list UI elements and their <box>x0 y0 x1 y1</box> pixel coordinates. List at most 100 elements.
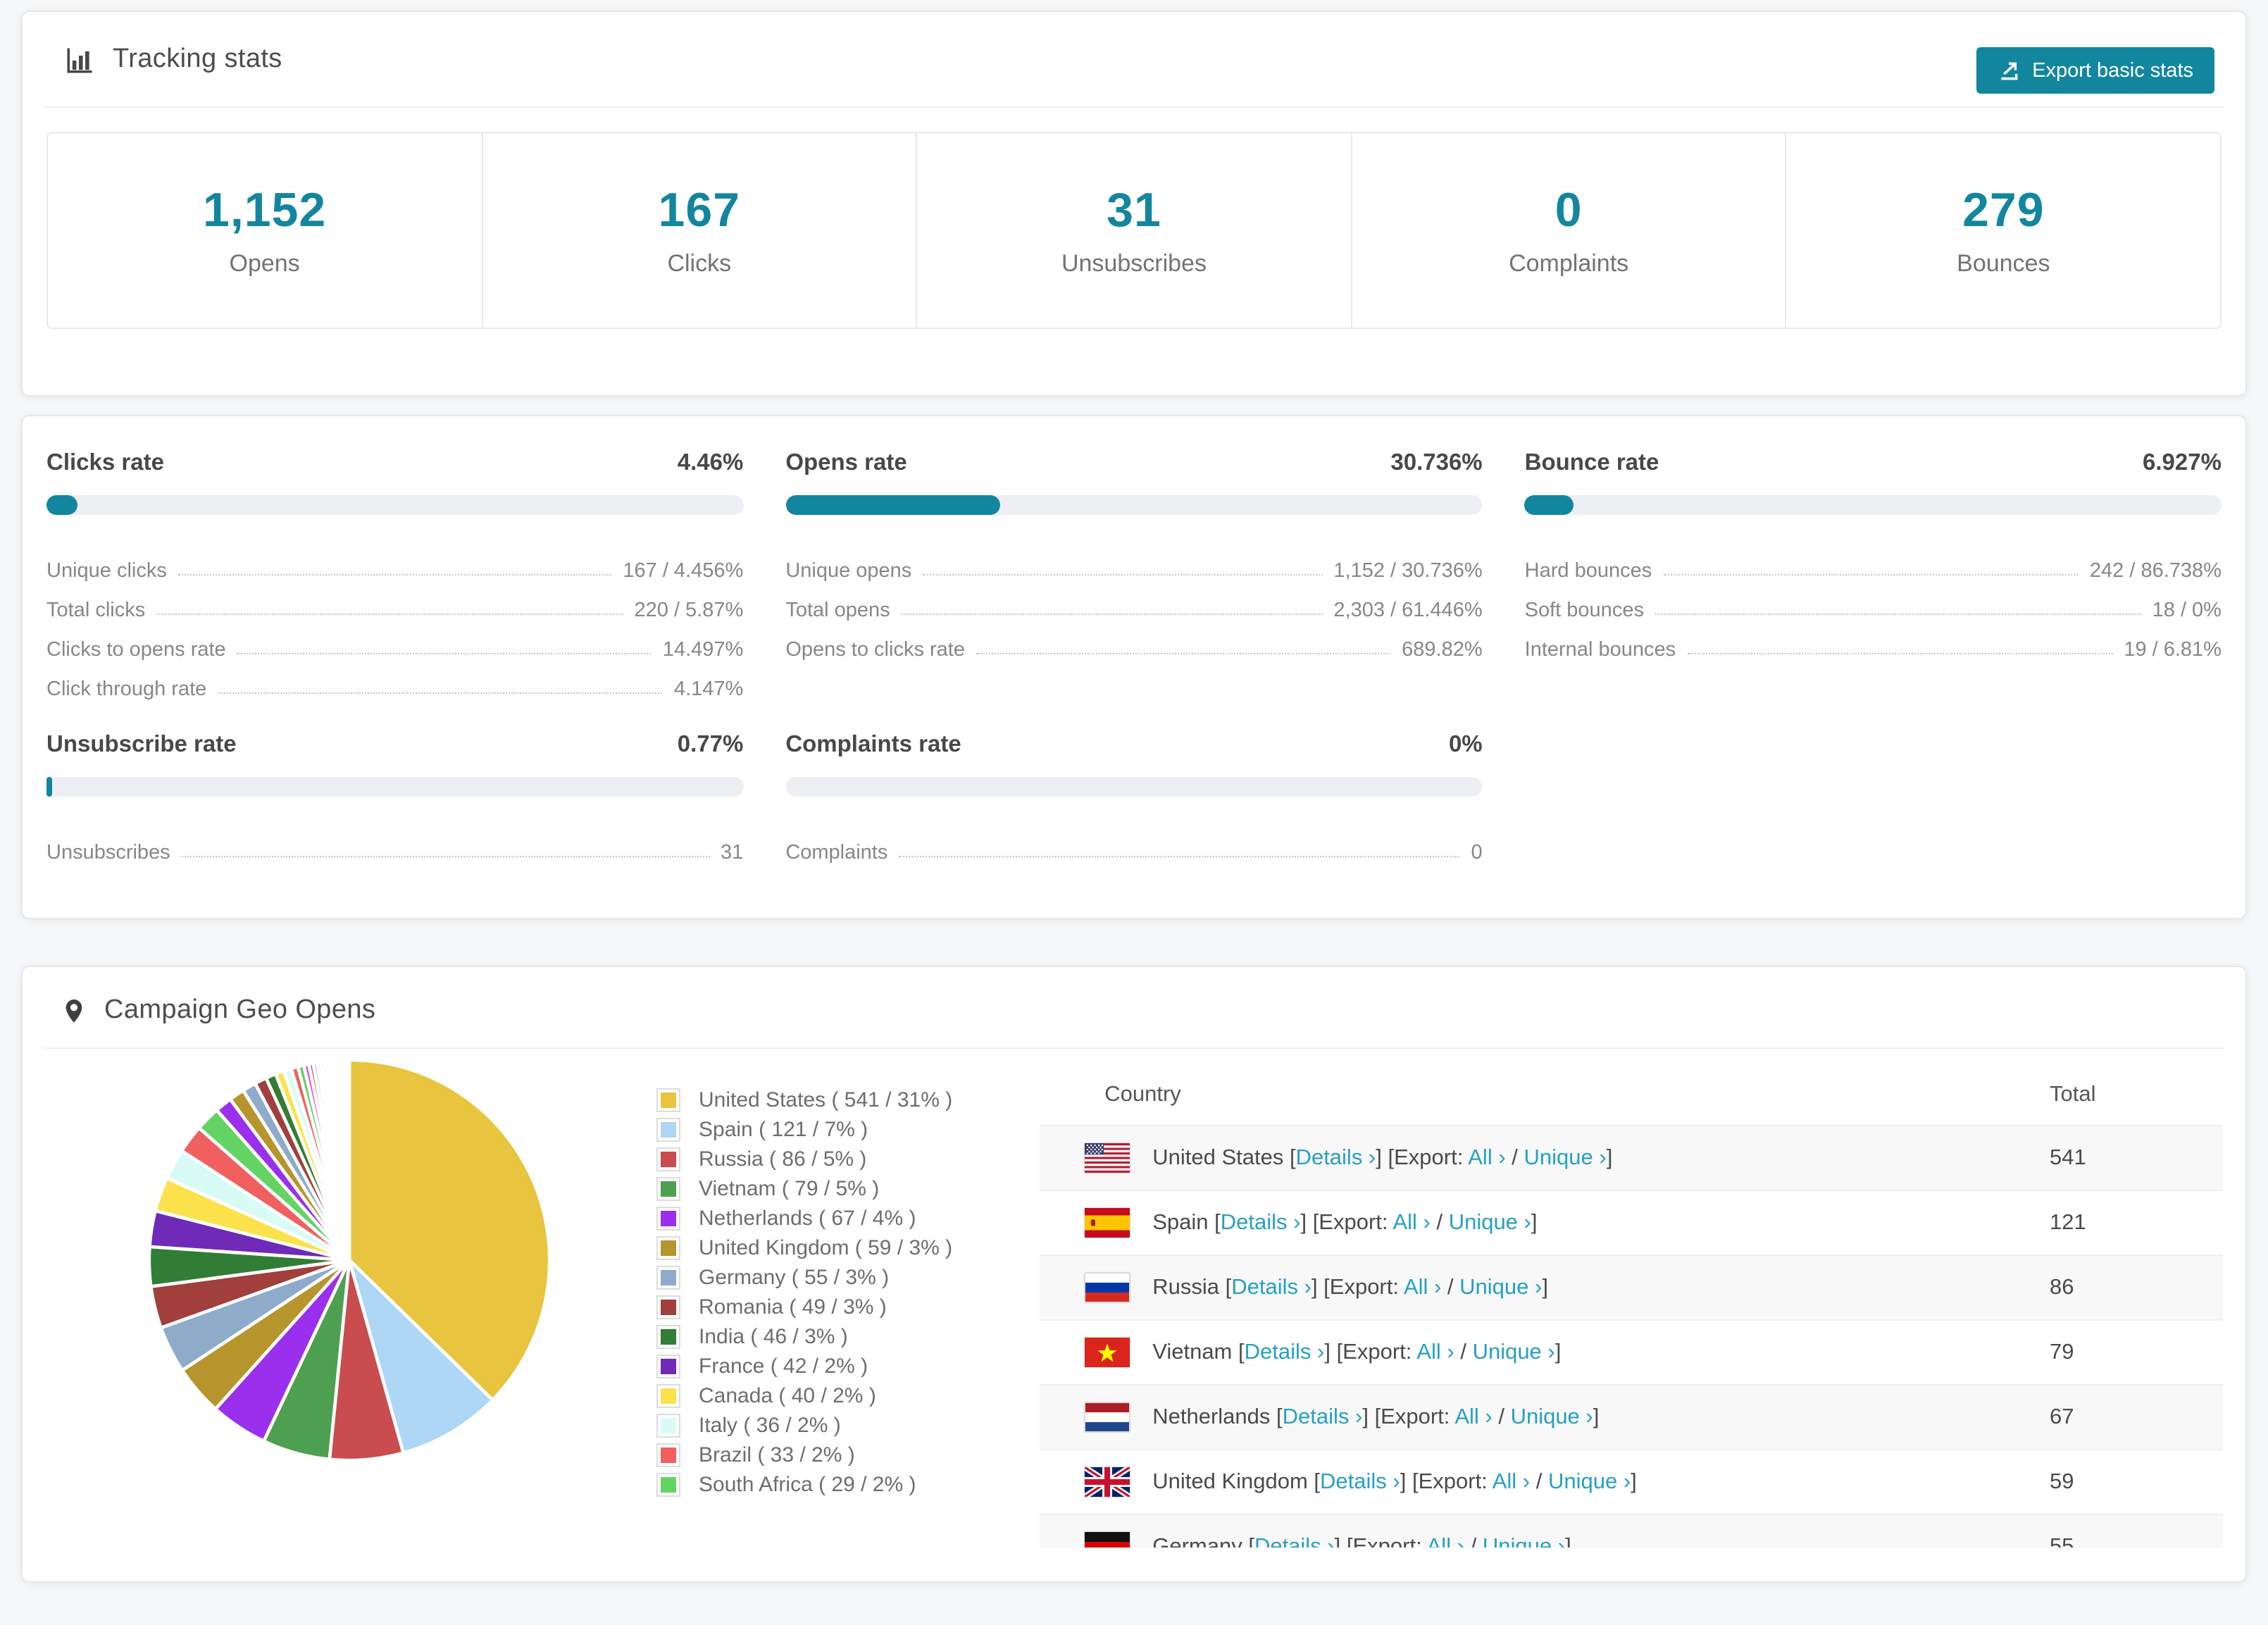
country-total: 541 <box>2050 1126 2223 1190</box>
legend-item[interactable]: Netherlands ( 67 / 4% ) <box>656 1204 952 1233</box>
rate-title: Clicks rate <box>46 450 164 477</box>
dotted-leader <box>1655 614 2141 615</box>
legend-swatch <box>656 1088 680 1112</box>
rate-header: Opens rate30.736% <box>785 450 1482 477</box>
legend-item[interactable]: Spain ( 121 / 7% ) <box>656 1115 952 1145</box>
progress-track <box>785 495 1482 515</box>
dotted-leader <box>178 574 612 575</box>
legend-item[interactable]: India ( 46 / 3% ) <box>656 1322 952 1352</box>
geo-table-container: Country Total United States [Details ›] … <box>1040 1066 2223 1548</box>
details-link[interactable]: Details › <box>1221 1210 1301 1234</box>
legend-label: Italy ( 36 / 2% ) <box>699 1414 841 1438</box>
legend-swatch <box>656 1147 680 1171</box>
rate-stat-row: Complaints 0 <box>785 825 1482 864</box>
table-row: United States [Details ›] [Export: All ›… <box>1040 1126 2223 1190</box>
legend-label: Vietnam ( 79 / 5% ) <box>699 1177 879 1201</box>
rates-grid: Clicks rate4.46%Unique clicks167 / 4.456… <box>23 416 2245 907</box>
legend-item[interactable]: Russia ( 86 / 5% ) <box>656 1145 952 1174</box>
legend-item[interactable]: Germany ( 55 / 3% ) <box>656 1263 952 1293</box>
legend-label: Netherlands ( 67 / 4% ) <box>699 1207 916 1231</box>
pie-legend: United States ( 541 / 31% ) Spain ( 121 /… <box>656 1085 952 1500</box>
export-all-link[interactable]: All › <box>1404 1275 1441 1299</box>
flag-de-icon <box>1085 1533 1130 1548</box>
export-all-link[interactable]: All › <box>1392 1210 1430 1234</box>
legend-swatch <box>656 1266 680 1290</box>
country-cell-content: United Kingdom [Details ›] [Export: All … <box>1040 1467 2050 1497</box>
rate-stat-label: Internal bounces <box>1525 639 1676 661</box>
legend-swatch <box>656 1414 680 1438</box>
dotted-leader <box>156 614 623 615</box>
details-link[interactable]: Details › <box>1231 1275 1311 1299</box>
country-cell-content: United States [Details ›] [Export: All ›… <box>1040 1143 2050 1173</box>
dotted-leader <box>976 653 1390 654</box>
progress-fill <box>46 777 53 797</box>
geo-opens-card: Campaign Geo Opens United States ( 541 /… <box>21 966 2247 1583</box>
details-link[interactable]: Details › <box>1296 1145 1376 1169</box>
rate-header: Bounce rate6.927% <box>1525 450 2222 477</box>
legend-label: Romania ( 49 / 3% ) <box>699 1295 887 1319</box>
rate-value: 0% <box>1449 732 1483 759</box>
country-cell: Russia [Details ›] [Export: All › / Uniq… <box>1040 1255 2050 1320</box>
legend-item[interactable]: Romania ( 49 / 3% ) <box>656 1293 952 1322</box>
legend-label: United Kingdom ( 59 / 3% ) <box>699 1236 952 1260</box>
country-cell: Netherlands [Details ›] [Export: All › /… <box>1040 1385 2050 1450</box>
legend-item[interactable]: Italy ( 36 / 2% ) <box>656 1411 952 1440</box>
export-unique-link[interactable]: Unique › <box>1548 1469 1631 1493</box>
export-all-link[interactable]: All › <box>1454 1405 1492 1428</box>
export-all-link[interactable]: All › <box>1468 1145 1505 1169</box>
rate-stat-label: Clicks to opens rate <box>46 639 226 661</box>
details-link[interactable]: Details › <box>1320 1469 1400 1493</box>
legend-item[interactable]: Canada ( 40 / 2% ) <box>656 1381 952 1411</box>
legend-item[interactable]: United States ( 541 / 31% ) <box>656 1085 952 1115</box>
stat-cell: 279Bounces <box>1786 133 2220 328</box>
rate-stat-value: 0 <box>1471 842 1483 864</box>
country-total: 79 <box>2050 1320 2223 1385</box>
export-all-link[interactable]: All › <box>1493 1469 1530 1493</box>
rate-stat-value: 14.497% <box>663 639 744 661</box>
rate-stat-label: Click through rate <box>46 678 206 701</box>
details-link[interactable]: Details › <box>1245 1340 1325 1364</box>
country-row-text: Russia [Details ›] [Export: All › / Uniq… <box>1152 1275 1548 1300</box>
stat-value: 31 <box>1107 183 1161 238</box>
legend-item[interactable]: Brazil ( 33 / 2% ) <box>656 1440 952 1470</box>
export-unique-link[interactable]: Unique › <box>1449 1210 1531 1234</box>
progress-track <box>46 777 743 797</box>
legend-swatch <box>656 1473 680 1497</box>
country-cell-content: Spain [Details ›] [Export: All › / Uniqu… <box>1040 1208 2050 1238</box>
export-unique-link[interactable]: Unique › <box>1473 1340 1555 1364</box>
dotted-leader <box>218 692 663 694</box>
rate-stat-value: 2,303 / 61.446% <box>1333 599 1482 622</box>
export-unique-link[interactable]: Unique › <box>1524 1145 1607 1169</box>
country-cell-content: Netherlands [Details ›] [Export: All › /… <box>1040 1402 2050 1432</box>
rate-stat-label: Hard bounces <box>1525 560 1652 583</box>
rate-stat-row: Unsubscribes31 <box>46 825 743 864</box>
legend-item[interactable]: United Kingdom ( 59 / 3% ) <box>656 1233 952 1263</box>
export-unique-link[interactable]: Unique › <box>1511 1405 1593 1428</box>
legend-swatch <box>656 1295 680 1319</box>
legend-label: United States ( 541 / 31% ) <box>699 1088 952 1112</box>
rate-title: Bounce rate <box>1525 450 1659 477</box>
progress-fill <box>1525 495 1574 515</box>
rate-block: Clicks rate4.46%Unique clicks167 / 4.456… <box>46 450 743 701</box>
country-cell: Vietnam [Details ›] [Export: All › / Uni… <box>1040 1320 2050 1385</box>
details-link[interactable]: Details › <box>1254 1535 1335 1548</box>
legend-item[interactable]: France ( 42 / 2% ) <box>656 1352 952 1381</box>
rate-stat-value: 220 / 5.87% <box>635 599 744 622</box>
export-unique-link[interactable]: Unique › <box>1459 1275 1542 1299</box>
dotted-leader <box>237 653 652 654</box>
legend-item[interactable]: Vietnam ( 79 / 5% ) <box>656 1174 952 1204</box>
legend-item[interactable]: South Africa ( 29 / 2% ) <box>656 1470 952 1500</box>
export-unique-link[interactable]: Unique › <box>1483 1535 1565 1548</box>
rate-stat-label: Complaints <box>785 842 887 864</box>
geo-pie-chart[interactable] <box>144 1054 555 1466</box>
legend-label: Russia ( 86 / 5% ) <box>699 1147 866 1171</box>
rate-stat-row: Opens to clicks rate689.82% <box>785 622 1482 661</box>
export-basic-stats-button[interactable]: Export basic stats <box>1976 47 2214 94</box>
geo-title: Campaign Geo Opens <box>104 992 375 1029</box>
details-link[interactable]: Details › <box>1283 1405 1363 1428</box>
country-row-text: United States [Details ›] [Export: All ›… <box>1152 1145 1612 1171</box>
export-all-link[interactable]: All › <box>1427 1535 1464 1548</box>
export-all-link[interactable]: All › <box>1416 1340 1454 1364</box>
rate-stat-label: Soft bounces <box>1525 599 1644 622</box>
country-cell: United Kingdom [Details ›] [Export: All … <box>1040 1450 2050 1514</box>
